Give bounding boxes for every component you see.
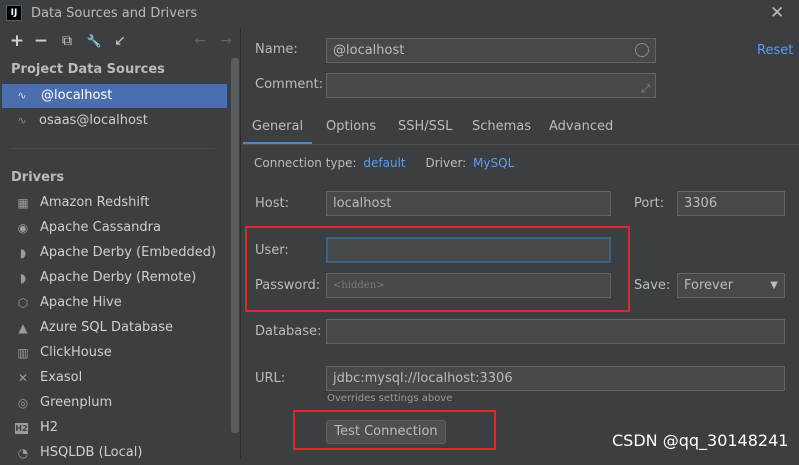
driver-label: Apache Derby (Remote) [40, 270, 197, 285]
forward-arrow-icon[interactable]: → [218, 33, 234, 49]
color-picker-icon[interactable] [635, 43, 649, 57]
driver-label: ClickHouse [40, 345, 112, 360]
database-label: Database: [255, 324, 322, 339]
url-input[interactable]: jdbc:mysql://localhost:3306 [326, 366, 785, 391]
driver-label: Azure SQL Database [40, 320, 174, 335]
port-label: Port: [634, 196, 665, 211]
driver-label: Apache Hive [40, 295, 122, 310]
duplicate-icon[interactable]: ⧉ [59, 33, 75, 49]
import-icon[interactable]: ↙ [112, 33, 128, 49]
driver-label: Greenplum [40, 395, 113, 410]
derby-icon: ◗ [19, 246, 27, 260]
window-title: Data Sources and Drivers [31, 6, 198, 21]
comment-input[interactable]: ⤢ [326, 73, 656, 98]
remove-icon[interactable]: − [33, 33, 49, 50]
driver-label: Apache Cassandra [40, 220, 161, 235]
url-label: URL: [255, 371, 286, 386]
datasource-label: @localhost [41, 88, 113, 103]
tab-schemas[interactable]: Schemas [472, 116, 531, 142]
datasource-item-osaas[interactable]: ∿ osaas@localhost [2, 109, 227, 133]
tab-general[interactable]: General [243, 116, 312, 145]
driver-label: Amazon Redshift [40, 195, 150, 210]
left-scrollbar[interactable] [231, 58, 239, 433]
connection-type-label: Connection type: [254, 156, 357, 170]
azure-icon: ▲ [18, 321, 28, 335]
clickhouse-icon: ▥ [17, 346, 29, 360]
mysql-dolphin-icon: ∿ [17, 114, 27, 127]
tab-ssh-ssl[interactable]: SSH/SSL [398, 116, 452, 142]
title-bar: IJ Data Sources and Drivers ✕ [0, 0, 799, 28]
credentials-highlight-box [245, 226, 630, 312]
name-label: Name: [255, 42, 298, 57]
hive-icon: ⬡ [17, 296, 29, 310]
driver-link[interactable]: MySQL [473, 156, 514, 170]
h2-icon: H2 [15, 423, 28, 434]
close-icon[interactable]: ✕ [770, 3, 784, 23]
connection-type-link[interactable]: default [363, 156, 405, 170]
name-input[interactable]: @localhost [326, 38, 656, 63]
exasol-icon: ✕ [17, 371, 29, 385]
database-input[interactable] [326, 319, 785, 344]
driver-label: H2 [40, 420, 59, 435]
save-select[interactable]: Forever ▼ [677, 273, 785, 298]
test-button-highlight-box [293, 410, 496, 450]
port-input[interactable]: 3306 [677, 191, 785, 216]
save-label: Save: [634, 278, 671, 293]
settings-wrench-icon[interactable]: 🔧 [86, 33, 102, 49]
derby-icon: ◗ [19, 271, 27, 285]
reset-link[interactable]: Reset [757, 43, 793, 58]
redshift-icon: ▦ [17, 196, 29, 210]
driver-label: Driver: [425, 156, 467, 170]
mysql-dolphin-icon: ∿ [17, 89, 27, 102]
cassandra-icon: ◉ [17, 221, 29, 235]
tab-advanced[interactable]: Advanced [549, 116, 613, 142]
watermark: CSDN @qq_30148241 [612, 431, 789, 450]
comment-label: Comment: [255, 77, 324, 92]
host-label: Host: [255, 196, 289, 211]
divider [11, 148, 215, 149]
add-icon[interactable]: + [9, 33, 25, 50]
expand-icon[interactable]: ⤢ [641, 77, 650, 100]
host-input[interactable]: localhost [326, 191, 611, 216]
driver-label: Exasol [40, 370, 83, 385]
drivers-heading: Drivers [11, 170, 65, 185]
back-arrow-icon[interactable]: ← [192, 33, 208, 49]
tab-options[interactable]: Options [326, 116, 376, 142]
name-value: @localhost [333, 43, 405, 58]
tabs-underline [241, 144, 799, 145]
project-sources-heading: Project Data Sources [11, 62, 165, 77]
datasource-label: osaas@localhost [39, 113, 148, 128]
driver-label: Apache Derby (Embedded) [40, 245, 217, 260]
datasource-item-localhost[interactable]: ∿ @localhost [2, 84, 227, 108]
greenplum-icon: ◎ [17, 396, 29, 410]
url-hint: Overrides settings above [327, 393, 453, 404]
chevron-down-icon: ▼ [770, 280, 778, 291]
app-logo-icon: IJ [6, 5, 22, 21]
save-select-value: Forever [684, 278, 734, 293]
connection-info-row: Connection type: default Driver: MySQL [254, 156, 514, 170]
driver-label: HSQLDB (Local) [40, 445, 143, 460]
